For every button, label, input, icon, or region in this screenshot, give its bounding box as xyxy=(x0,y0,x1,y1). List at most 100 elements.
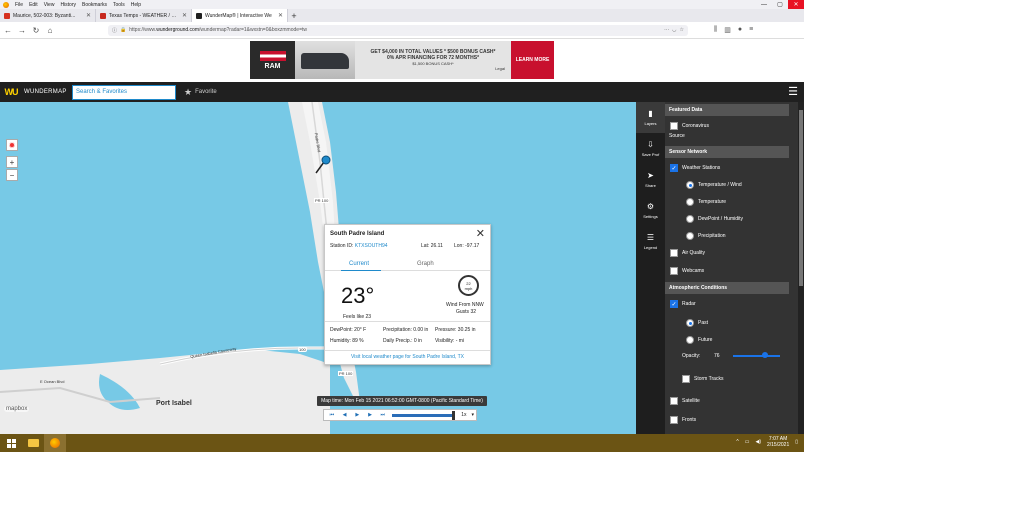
volume-icon[interactable]: ◀) xyxy=(755,439,761,445)
weather-stations-layer[interactable]: ✓ Weather Stations xyxy=(670,164,720,172)
menu-icon[interactable]: ≡ xyxy=(749,26,753,34)
account-icon[interactable]: ● xyxy=(738,26,742,34)
opacity-slider-knob[interactable] xyxy=(762,352,768,358)
info-icon[interactable]: ⓘ xyxy=(112,27,117,34)
coronavirus-checkbox[interactable] xyxy=(670,122,678,130)
search-input[interactable]: Search & Favorites xyxy=(72,84,176,100)
close-tab-icon[interactable]: ✕ xyxy=(86,12,91,19)
tray-chevron-icon[interactable]: ^ xyxy=(736,439,738,445)
start-button[interactable] xyxy=(0,434,22,452)
source-link[interactable]: Source xyxy=(669,133,685,139)
air-quality-checkbox[interactable] xyxy=(670,249,678,257)
save-prof-button[interactable]: ⇩ Save Prof xyxy=(636,133,665,164)
hamburger-menu-icon[interactable]: ☰ xyxy=(788,85,798,98)
step-back-icon[interactable]: ◀ xyxy=(339,411,351,420)
pocket-icon[interactable]: ◡ xyxy=(672,27,676,33)
minimize-icon[interactable]: — xyxy=(756,0,772,9)
tab-maurice[interactable]: Maurice, 502-003: Byzanti... ✕ xyxy=(0,9,96,22)
radar-layer[interactable]: ✓ Radar xyxy=(670,300,696,308)
url-text[interactable]: https://www.wunderground.com/wundermap?r… xyxy=(129,27,661,33)
legend-button[interactable]: ☰ Legend xyxy=(636,226,665,257)
reload-icon[interactable]: ↻ xyxy=(32,26,40,35)
timeline-track[interactable] xyxy=(391,410,456,420)
layers-button[interactable]: ▮ Layers xyxy=(636,102,665,133)
bookmark-star-icon[interactable]: ☆ xyxy=(680,27,684,33)
chevron-down-icon[interactable]: ▾ xyxy=(472,412,475,418)
webcams-layer[interactable]: Webcams xyxy=(670,267,704,275)
menu-edit[interactable]: Edit xyxy=(29,2,38,8)
tab-wundermap[interactable]: WunderMap® | Interactive We ✕ xyxy=(192,9,288,22)
storm-tracks-checkbox[interactable] xyxy=(682,375,690,383)
forward-icon[interactable]: → xyxy=(18,26,26,35)
precipitation-option[interactable]: Precipitation xyxy=(686,232,726,240)
skip-end-icon[interactable]: ⏭ xyxy=(377,411,389,420)
fronts-checkbox[interactable] xyxy=(670,416,678,424)
network-icon[interactable]: ▭ xyxy=(745,439,750,445)
temp-wind-radio[interactable] xyxy=(686,181,694,189)
precipitation-radio[interactable] xyxy=(686,232,694,240)
storm-tracks-layer[interactable]: Storm Tracks xyxy=(682,375,723,383)
skip-start-icon[interactable]: ⏮ xyxy=(326,411,338,420)
menu-file[interactable]: File xyxy=(15,2,23,8)
page-actions-icon[interactable]: ··· xyxy=(664,27,669,33)
file-explorer-button[interactable] xyxy=(22,434,44,452)
radar-past-option[interactable]: Past xyxy=(686,319,708,327)
firefox-taskbar-button[interactable] xyxy=(44,434,66,452)
satellite-layer[interactable]: Satellite xyxy=(670,397,700,405)
dewpoint-option[interactable]: DewPoint / Humidity xyxy=(686,215,743,223)
menu-tools[interactable]: Tools xyxy=(113,2,125,8)
temp-wind-option[interactable]: Temperature / Wind xyxy=(686,181,742,189)
maximize-icon[interactable]: ▢ xyxy=(772,0,788,9)
local-weather-link[interactable]: Visit local weather page for South Padre… xyxy=(325,350,490,360)
menu-view[interactable]: View xyxy=(44,2,55,8)
ad-legal[interactable]: Legal xyxy=(361,66,505,71)
share-button[interactable]: ➤ Share xyxy=(636,164,665,195)
close-window-icon[interactable]: ✕ xyxy=(788,0,804,9)
library-icon[interactable]: ⫼ xyxy=(714,26,717,34)
back-icon[interactable]: ← xyxy=(4,26,12,35)
satellite-checkbox[interactable] xyxy=(670,397,678,405)
menu-history[interactable]: History xyxy=(60,2,76,8)
sidebar-icon[interactable]: ▥ xyxy=(724,26,731,34)
opacity-slider[interactable] xyxy=(733,352,780,358)
past-radio[interactable] xyxy=(686,319,694,327)
temperature-option[interactable]: Temperature xyxy=(686,198,726,206)
zoom-out-button[interactable]: − xyxy=(6,169,18,181)
temperature-radio[interactable] xyxy=(686,198,694,206)
tab-current[interactable]: Current xyxy=(340,261,382,271)
timeline-thumb[interactable] xyxy=(452,410,456,420)
new-tab-button[interactable]: + xyxy=(288,9,300,22)
popup-close-icon[interactable]: ✕ xyxy=(476,227,485,240)
radar-checkbox[interactable]: ✓ xyxy=(670,300,678,308)
wu-logo[interactable]: WU xyxy=(2,85,20,99)
mapbox-logo[interactable]: mapbox xyxy=(4,406,30,412)
station-pin-icon[interactable] xyxy=(321,155,331,165)
air-quality-layer[interactable]: Air Quality xyxy=(670,249,705,257)
step-forward-icon[interactable]: ▶ xyxy=(364,411,376,420)
notifications-icon[interactable]: ▯ xyxy=(795,439,798,445)
play-icon[interactable]: ▶ xyxy=(351,411,363,420)
home-icon[interactable]: ⌂ xyxy=(46,26,54,35)
playback-speed[interactable]: 1x xyxy=(461,412,466,418)
webcams-checkbox[interactable] xyxy=(670,267,678,275)
tab-graph[interactable]: Graph xyxy=(417,261,434,267)
zoom-in-button[interactable]: + xyxy=(6,156,18,168)
weather-stations-checkbox[interactable]: ✓ xyxy=(670,164,678,172)
map-canvas[interactable]: Padre Blvd PR 100 PR 100 E Ocean Blvd Qu… xyxy=(0,102,636,434)
clock[interactable]: 7:07 AM 2/15/2021 xyxy=(767,436,789,448)
favorite-button[interactable]: ★ Favorite xyxy=(184,87,217,98)
dewpoint-radio[interactable] xyxy=(686,215,694,223)
panel-scrollbar[interactable] xyxy=(798,102,804,434)
future-radio[interactable] xyxy=(686,336,694,344)
url-bar[interactable]: ⓘ 🔒 https://www.wunderground.com/wunderm… xyxy=(108,24,688,36)
close-tab-icon[interactable]: ✕ xyxy=(182,12,187,19)
coronavirus-layer[interactable]: Coronavirus xyxy=(670,122,709,130)
ad-cta-button[interactable]: LEARN MORE xyxy=(511,41,554,79)
panel-scrollbar-thumb[interactable] xyxy=(799,110,803,286)
station-id-link[interactable]: KTXSOUTH94 xyxy=(355,243,388,249)
close-tab-icon[interactable]: ✕ xyxy=(278,12,283,19)
settings-button[interactable]: ⚙ Settings xyxy=(636,195,665,226)
crosshair-location-icon[interactable]: ✹ xyxy=(6,139,18,151)
fronts-layer[interactable]: Fronts xyxy=(670,416,696,424)
radar-future-option[interactable]: Future xyxy=(686,336,712,344)
